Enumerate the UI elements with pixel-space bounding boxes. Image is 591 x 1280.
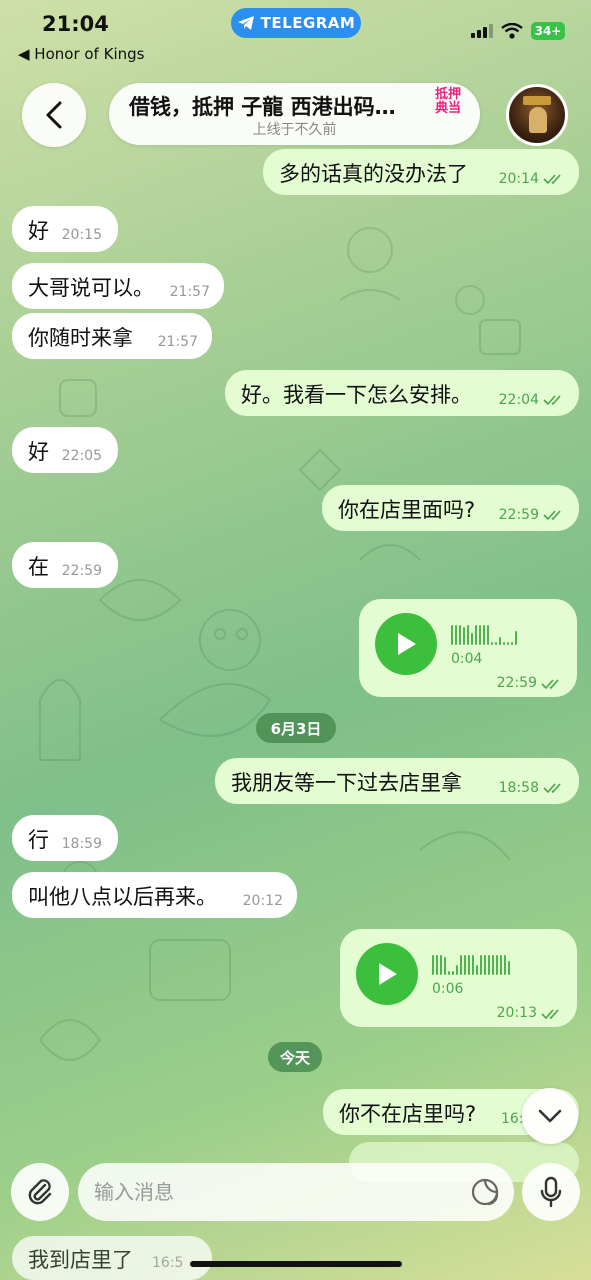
message-time: 21:57 xyxy=(169,284,210,300)
chat-title: 借钱，抵押 子龍 西港出码… xyxy=(129,95,396,119)
home-indicator[interactable] xyxy=(190,1261,402,1267)
message-input[interactable] xyxy=(94,1175,454,1209)
message-time: 22:04 xyxy=(498,392,539,408)
message-text: 你随时来拿 xyxy=(28,326,133,350)
chat-status: 上线于不久前 xyxy=(252,122,337,138)
message-incoming[interactable]: 叫他八点以后再来。 20:12 xyxy=(12,872,297,918)
double-check-icon xyxy=(543,395,561,406)
telegram-icon xyxy=(237,16,254,30)
telegram-pill-label: TELEGRAM xyxy=(260,14,356,32)
message-text: 你在店里面吗? xyxy=(338,498,476,522)
double-check-icon xyxy=(541,1009,559,1020)
date-separator: 6月3日 xyxy=(256,713,336,743)
message-text: 大哥说可以。 xyxy=(28,276,154,300)
message-time: 16: xyxy=(501,1111,524,1127)
signal-icon xyxy=(471,24,493,38)
message-text: 好 xyxy=(28,219,49,243)
message-incoming[interactable]: 好 20:15 xyxy=(12,206,118,252)
play-icon xyxy=(379,963,397,985)
double-check-icon xyxy=(543,783,561,794)
battery-icon: 34+ xyxy=(531,22,565,40)
wifi-icon xyxy=(501,23,523,39)
message-time: 20:15 xyxy=(61,227,102,243)
message-text: 在 xyxy=(28,555,49,579)
message-text: 多的话真的没办法了 xyxy=(279,162,468,186)
date-separator: 今天 xyxy=(268,1042,322,1072)
message-incoming[interactable]: 你随时来拿 21:57 xyxy=(12,313,212,359)
system-icons: 34+ xyxy=(471,22,565,40)
message-text: 叫他八点以后再来。 xyxy=(28,885,217,909)
message-incoming[interactable]: 大哥说可以。 21:57 xyxy=(12,263,224,309)
message-text: 好 xyxy=(28,440,49,464)
message-time: 20:12 xyxy=(242,893,283,909)
message-time: 22:59 xyxy=(61,563,102,579)
message-incoming[interactable]: 在 22:59 xyxy=(12,542,118,588)
back-button[interactable] xyxy=(22,83,86,147)
message-time: 21:57 xyxy=(157,334,198,350)
microphone-button[interactable] xyxy=(522,1163,580,1221)
double-check-icon xyxy=(543,174,561,185)
microphone-icon xyxy=(540,1176,562,1208)
avatar[interactable] xyxy=(506,84,568,146)
chat-header[interactable]: 借钱，抵押 子龍 西港出码… 抵押典当 上线于不久前 xyxy=(109,83,480,145)
voice-message[interactable]: 0:06 20:13 xyxy=(340,929,577,1027)
message-time: 22:59 xyxy=(496,675,537,691)
message-time: 22:05 xyxy=(61,448,102,464)
message-time: 18:58 xyxy=(498,780,539,796)
message-composer[interactable] xyxy=(78,1163,514,1221)
scroll-to-bottom-button[interactable] xyxy=(522,1088,578,1144)
play-button[interactable] xyxy=(375,613,437,675)
message-incoming[interactable]: 我到店里了 16:5 xyxy=(12,1236,212,1280)
voice-message[interactable]: 0:04 22:59 xyxy=(359,599,577,697)
sticker-icon[interactable] xyxy=(470,1177,500,1207)
double-check-icon xyxy=(541,679,559,690)
attach-button[interactable] xyxy=(11,1163,69,1221)
message-time: 18:59 xyxy=(61,836,102,852)
back-to-app-link[interactable]: ◀ Honor of Kings xyxy=(18,45,144,63)
chevron-down-icon xyxy=(538,1109,562,1123)
status-time: 21:04 xyxy=(42,12,109,36)
paperclip-icon xyxy=(28,1179,52,1205)
message-time: 20:14 xyxy=(498,171,539,187)
message-time: 16:5 xyxy=(152,1255,184,1271)
double-check-icon xyxy=(543,510,561,521)
message-incoming[interactable]: 好 22:05 xyxy=(12,427,118,473)
telegram-pill[interactable]: TELEGRAM xyxy=(231,8,361,38)
message-outgoing[interactable]: 多的话真的没办法了 20:14 xyxy=(263,149,579,195)
message-text: 我到店里了 xyxy=(28,1248,133,1272)
voice-duration: 0:06 xyxy=(432,981,464,997)
message-outgoing[interactable]: 好。我看一下怎么安排。 22:04 xyxy=(225,370,579,416)
play-button[interactable] xyxy=(356,943,418,1005)
message-time: 20:13 xyxy=(496,1005,537,1021)
play-icon xyxy=(398,633,416,655)
waveform[interactable] xyxy=(451,621,517,645)
chevron-left-icon xyxy=(46,101,62,129)
message-text: 你不在店里吗? xyxy=(339,1102,477,1126)
voice-duration: 0:04 xyxy=(451,651,483,667)
status-bar: 21:04 ◀ Honor of Kings TELEGRAM 34+ xyxy=(0,0,591,70)
message-incoming[interactable]: 行 18:59 xyxy=(12,815,118,861)
message-outgoing[interactable]: 我朋友等一下过去店里拿 18:58 xyxy=(215,758,579,804)
message-text: 好。我看一下怎么安排。 xyxy=(241,383,472,407)
title-badge: 抵押典当 xyxy=(434,87,461,116)
waveform[interactable] xyxy=(432,951,510,975)
message-time: 22:59 xyxy=(498,507,539,523)
message-text: 行 xyxy=(28,828,49,852)
message-text: 我朋友等一下过去店里拿 xyxy=(231,771,462,795)
message-outgoing[interactable]: 你在店里面吗? 22:59 xyxy=(322,485,579,531)
